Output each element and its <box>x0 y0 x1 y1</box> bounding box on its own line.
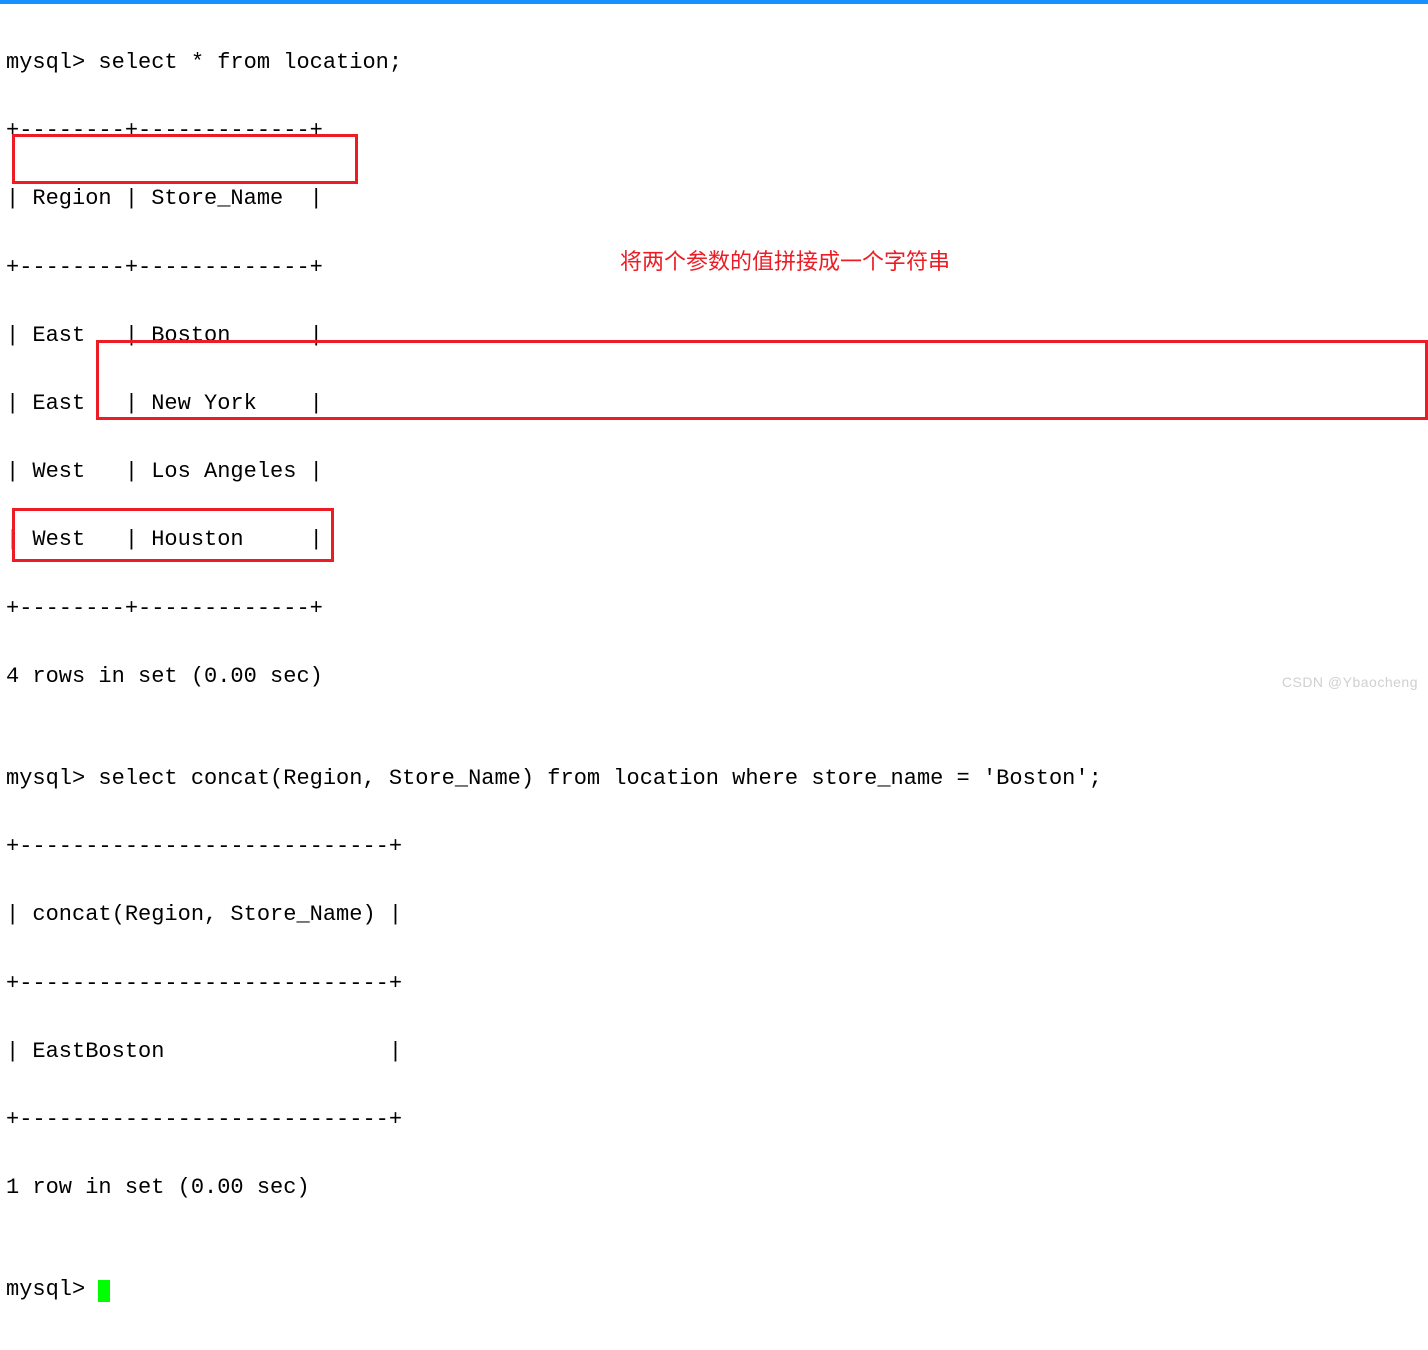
terminal-line: +----------------------------+ <box>6 1103 1422 1137</box>
terminal-line: | East | Boston | <box>6 319 1422 353</box>
terminal-line: +--------+-------------+ <box>6 114 1422 148</box>
terminal-line: 4 rows in set (0.00 sec) <box>6 660 1422 694</box>
terminal-line: +----------------------------+ <box>6 830 1422 864</box>
terminal-line: | concat(Region, Store_Name) | <box>6 898 1422 932</box>
terminal-line: | EastBoston | <box>6 1035 1422 1069</box>
terminal-line: mysql> select concat(Region, Store_Name)… <box>6 762 1422 796</box>
prompt-text: mysql> <box>6 1277 98 1302</box>
terminal-line: 1 row in set (0.00 sec) <box>6 1171 1422 1205</box>
terminal-line: mysql> select * from location; <box>6 46 1422 80</box>
annotation-text: 将两个参数的值拼接成一个字符串 <box>620 245 950 279</box>
terminal-line: +--------+-------------+ <box>6 592 1422 626</box>
cursor-block <box>98 1280 110 1302</box>
terminal-line: | West | Los Angeles | <box>6 455 1422 489</box>
terminal-line: | East | New York | <box>6 387 1422 421</box>
terminal-prompt: mysql> <box>6 1273 1422 1307</box>
watermark-text: CSDN @Ybaocheng <box>1282 672 1418 694</box>
terminal-output: mysql> select * from location; +--------… <box>0 4 1428 1350</box>
terminal-line: | West | Houston | <box>6 523 1422 557</box>
terminal-line: +----------------------------+ <box>6 967 1422 1001</box>
terminal-line: | Region | Store_Name | <box>6 182 1422 216</box>
